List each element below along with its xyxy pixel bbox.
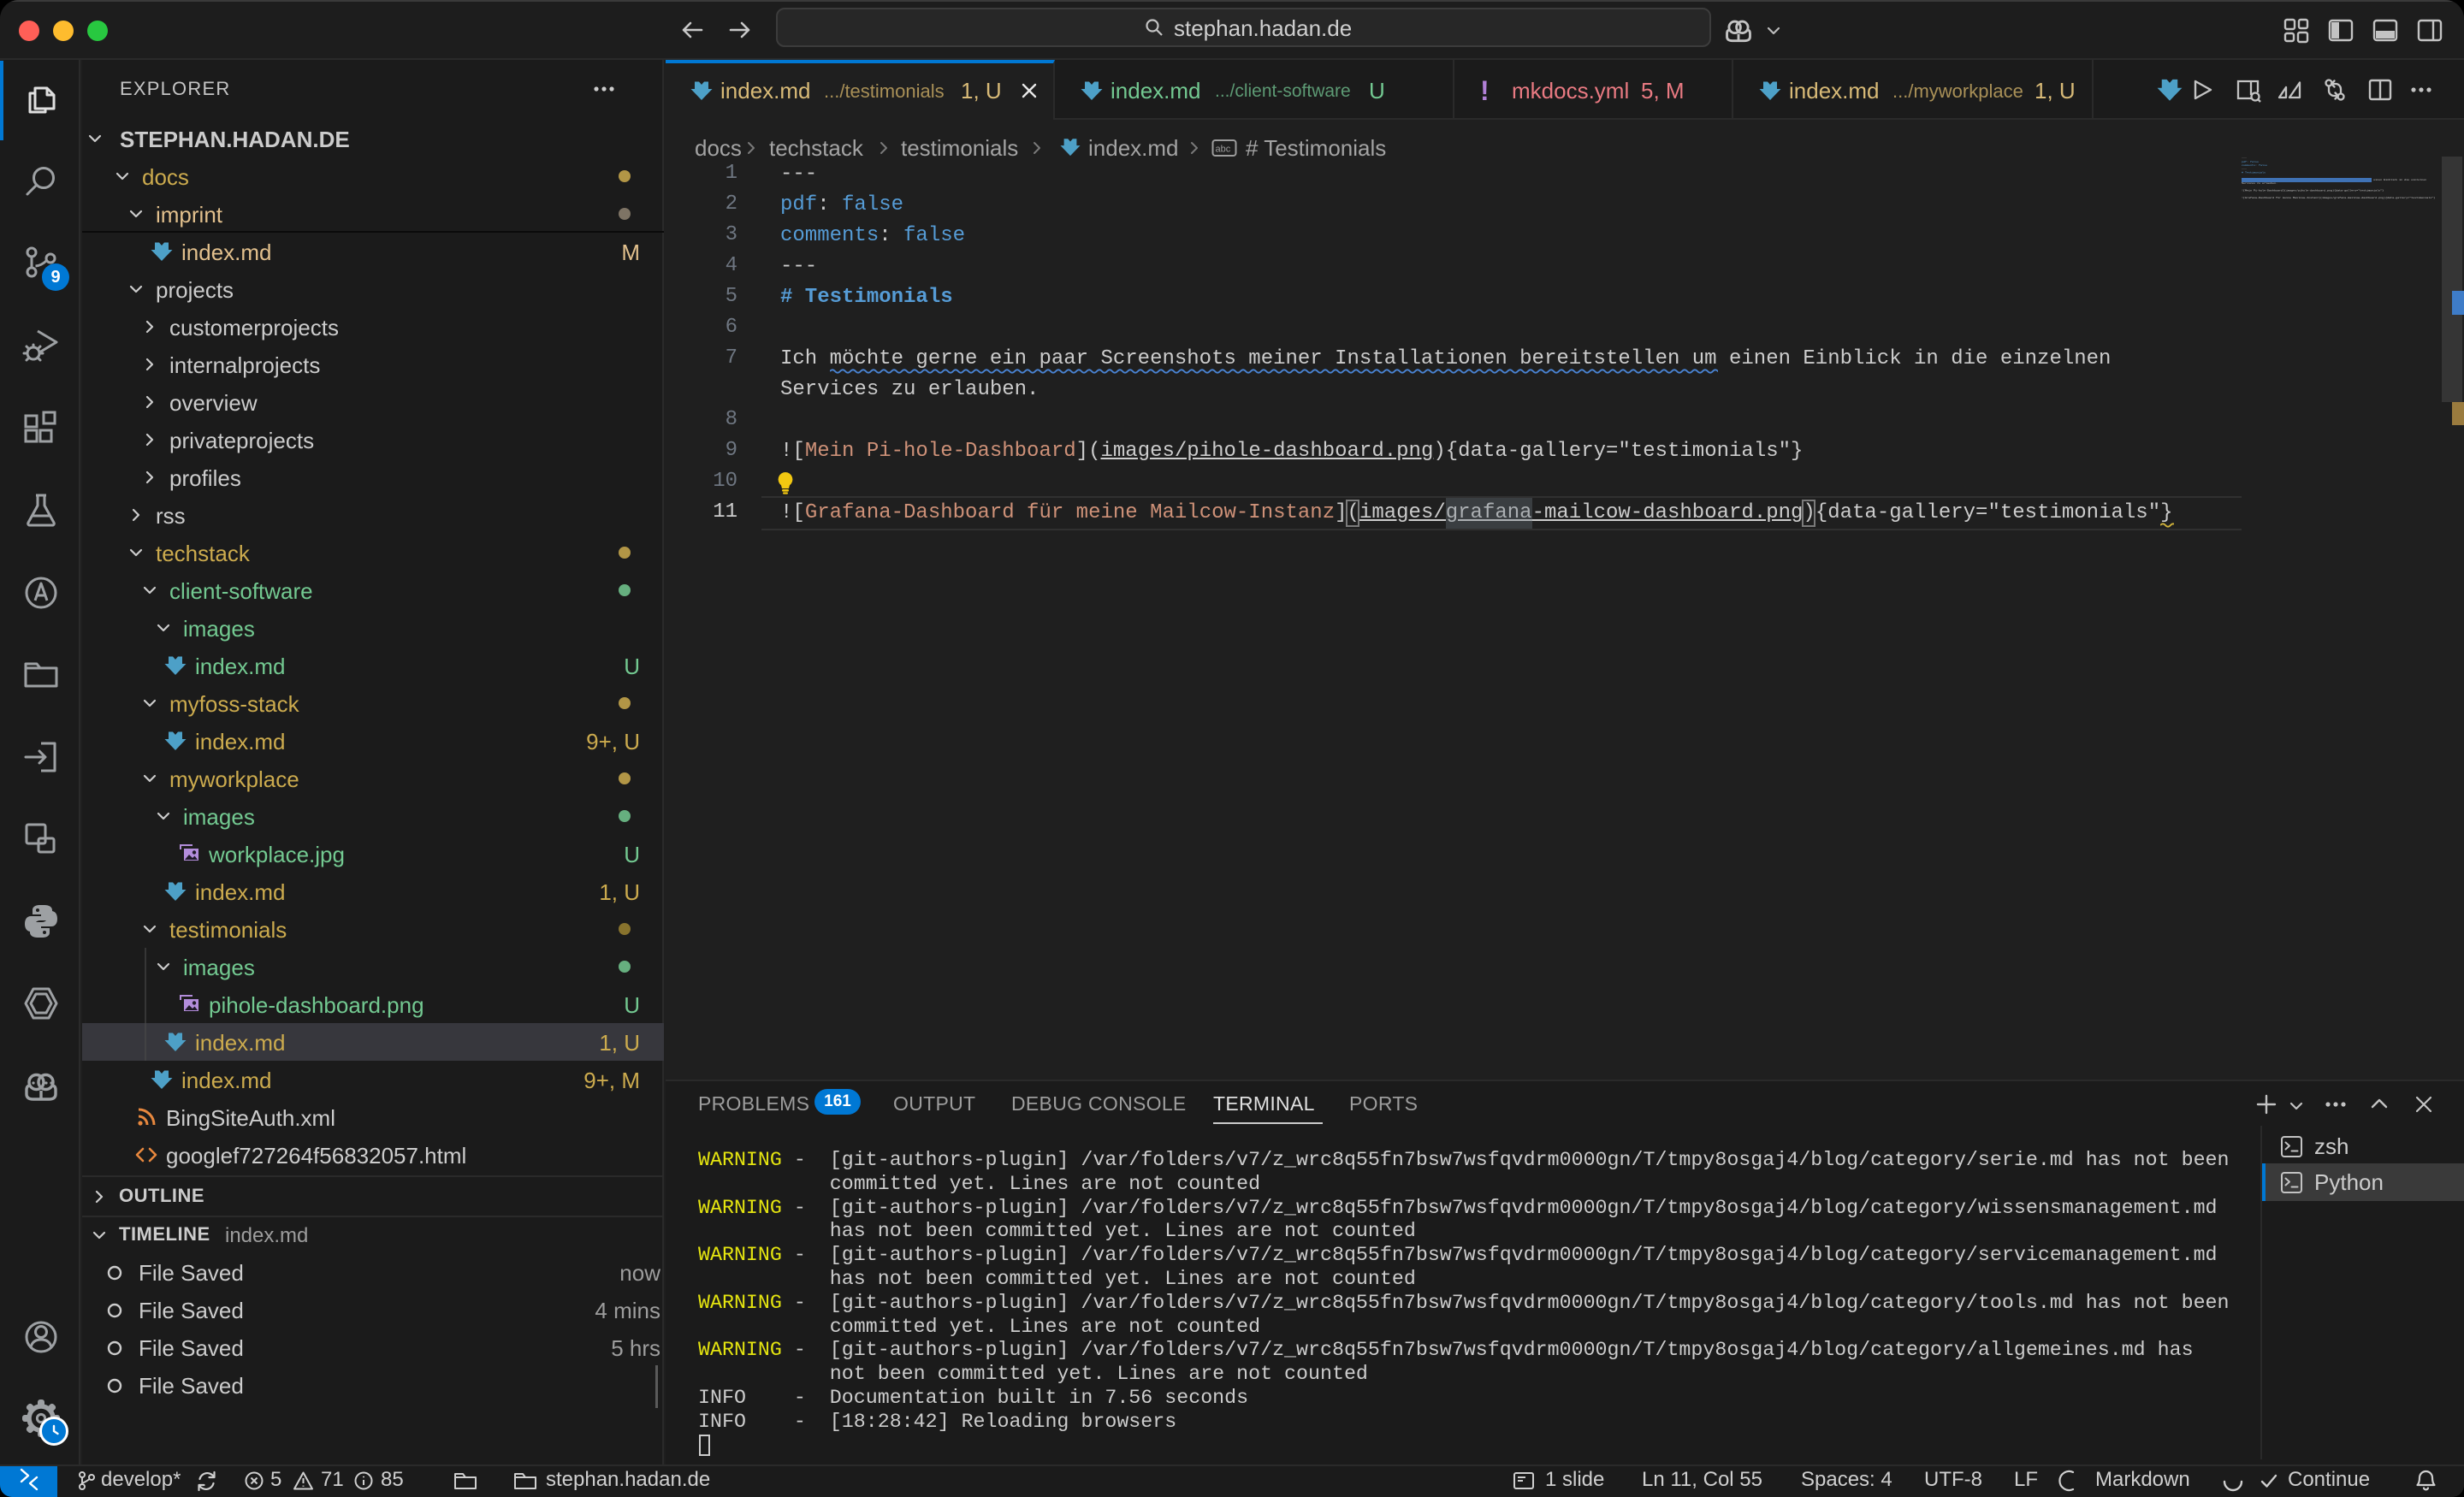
svg-text:abc: abc xyxy=(1216,145,1231,155)
